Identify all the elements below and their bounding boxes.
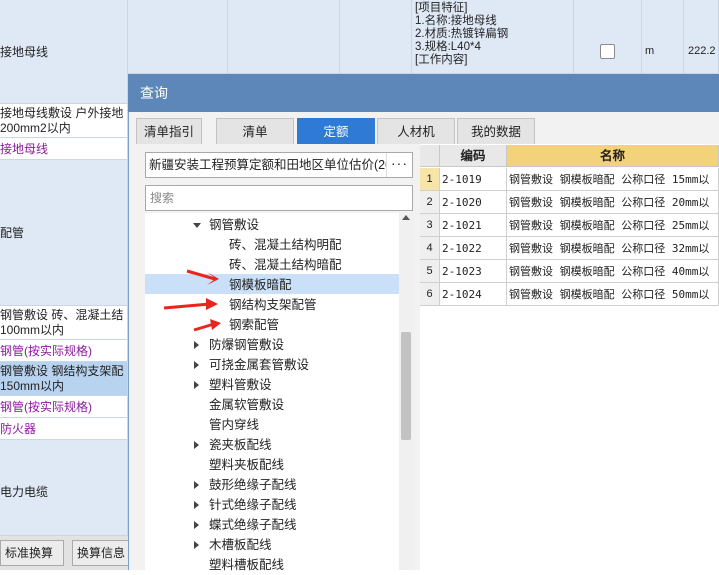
bg-row-name-selected[interactable]: 钢管敷设 钢结构支架配 150mm以内 <box>0 362 128 396</box>
bg-row-line: 200mm2以内 <box>0 121 71 135</box>
bg-cell <box>128 0 228 74</box>
tab-my-data[interactable]: 我的数据 <box>457 118 535 144</box>
expand-triangle-icon[interactable] <box>194 381 199 389</box>
bg-row-line: 接地母线敷设 户外接地 <box>0 106 124 120</box>
bg-row-name[interactable]: 电力电缆 <box>0 440 128 536</box>
tab-labor-material[interactable]: 人材机 <box>377 118 455 144</box>
tree-node[interactable]: 鼓形绝缘子配线 <box>209 475 297 495</box>
bg-cell <box>340 0 412 74</box>
grid-cell-code[interactable]: 2-1024 <box>440 283 507 306</box>
grid-corner <box>420 145 440 167</box>
tree-node[interactable]: 可挠金属套管敷设 <box>209 355 309 375</box>
grid-cell-name[interactable]: 钢管敷设 钢模板暗配 公称口径 40mm以 <box>507 260 719 283</box>
feature-line: [工作内容] <box>415 54 468 66</box>
tree-node[interactable]: 针式绝缘子配线 <box>209 495 297 515</box>
expand-triangle-icon[interactable] <box>194 361 199 369</box>
grid-cell-name[interactable]: 钢管敷设 钢模板暗配 公称口径 32mm以 <box>507 237 719 260</box>
bg-row-line: 钢管敷设 钢结构支架配 <box>0 364 124 378</box>
grid-header-name[interactable]: 名称 <box>507 145 719 167</box>
expand-triangle-icon[interactable] <box>194 541 199 549</box>
tab-standard-conversion[interactable]: 标准换算 <box>0 540 64 566</box>
scroll-up-icon[interactable] <box>402 215 410 220</box>
tree-node[interactable]: 钢结构支架配管 <box>229 295 317 315</box>
red-arrow-icon <box>193 319 221 332</box>
scrollbar-thumb[interactable] <box>401 332 411 440</box>
expand-triangle-icon[interactable] <box>194 481 199 489</box>
expand-triangle-icon[interactable] <box>194 501 199 509</box>
grid-row-number[interactable]: 5 <box>420 260 440 283</box>
tree-node[interactable]: 金属软管敷设 <box>209 395 284 415</box>
expand-triangle-icon[interactable] <box>194 341 199 349</box>
tree-node[interactable]: 塑料槽板配线 <box>209 555 284 575</box>
bg-row-name[interactable]: 接地母线 <box>0 138 128 160</box>
grid-header-code[interactable]: 编码 <box>440 145 507 167</box>
row-checkbox[interactable] <box>600 44 615 59</box>
grid-row-number[interactable]: 2 <box>420 191 440 214</box>
tree-node[interactable]: 钢管敷设 <box>209 215 259 235</box>
grid-cell-code[interactable]: 2-1021 <box>440 214 507 237</box>
tree-node[interactable]: 塑料夹板配线 <box>209 455 284 475</box>
bg-features: [项目特征] 1.名称:接地母线 2.材质:热镀锌扁钢 3.规格:L40*4 [… <box>412 0 574 74</box>
grid-cell-name[interactable]: 钢管敷设 钢模板暗配 公称口径 25mm以 <box>507 214 719 237</box>
bg-row-name[interactable]: 接地母线敷设 户外接地 200mm2以内 <box>0 104 128 138</box>
more-button[interactable]: ··· <box>386 153 412 177</box>
bg-cell <box>574 0 642 74</box>
feature-line: [项目特征] <box>415 2 468 14</box>
tree-node[interactable]: 木槽板配线 <box>209 535 272 555</box>
feature-line: 1.名称:接地母线 <box>415 15 497 27</box>
tree-node[interactable]: 防爆钢管敷设 <box>209 335 284 355</box>
grid-cell-code[interactable]: 2-1020 <box>440 191 507 214</box>
bg-row-name[interactable]: 钢管(按实际规格) <box>0 340 128 362</box>
bg-row-name[interactable]: 配管 <box>0 160 128 306</box>
bg-row-name[interactable]: 接地母线 <box>0 0 128 104</box>
red-arrow-icon <box>186 269 219 285</box>
grid-cell-code[interactable]: 2-1023 <box>440 260 507 283</box>
bg-row-line: 150mm以内 <box>0 379 65 393</box>
grid-cell-name[interactable]: 钢管敷设 钢模板暗配 公称口径 20mm以 <box>507 191 719 214</box>
bg-row-name[interactable]: 防火器 <box>0 418 128 440</box>
tree-node[interactable]: 砖、混凝土结构暗配 <box>229 255 342 275</box>
tree-node[interactable]: 砖、混凝土结构明配 <box>229 235 342 255</box>
tree-node[interactable]: 蝶式绝缘子配线 <box>209 515 297 535</box>
feature-line: 2.材质:热镀锌扁钢 <box>415 28 509 40</box>
grid-row-number[interactable]: 6 <box>420 283 440 306</box>
feature-line: 3.规格:L40*4 <box>415 41 481 53</box>
bg-qty: 222.2 <box>684 0 719 74</box>
tree-node[interactable]: 钢模板暗配 <box>229 275 292 295</box>
grid-row-number[interactable]: 3 <box>420 214 440 237</box>
bg-row-line: 钢管敷设 砖、混凝土结 <box>0 308 124 322</box>
bg-row-name[interactable]: 钢管敷设 砖、混凝土结 100mm以内 <box>0 306 128 340</box>
bg-cell <box>228 0 340 74</box>
tab-bill-guide[interactable]: 清单指引 <box>136 118 202 144</box>
bg-row-name[interactable]: 钢管(按实际规格) <box>0 396 128 418</box>
search-input[interactable]: 搜索 <box>145 185 413 211</box>
tab-quota[interactable]: 定额 <box>297 118 375 144</box>
tree-node[interactable]: 管内穿线 <box>209 415 259 435</box>
tree-node[interactable]: 钢索配管 <box>229 315 279 335</box>
grid-cell-code[interactable]: 2-1022 <box>440 237 507 260</box>
grid-cell-name[interactable]: 钢管敷设 钢模板暗配 公称口径 50mm以 <box>507 283 719 306</box>
tab-bill[interactable]: 清单 <box>216 118 294 144</box>
grid-cell-name[interactable]: 钢管敷设 钢模板暗配 公称口径 15mm以 <box>507 168 719 191</box>
tab-conversion-info[interactable]: 换算信息 <box>72 540 130 566</box>
bg-unit: m <box>642 0 684 74</box>
bg-row-line: 100mm以内 <box>0 323 65 337</box>
grid-cell-code[interactable]: 2-1019 <box>440 168 507 191</box>
quota-library-select[interactable]: 新疆安装工程预算定额和田地区单位估价(20 <box>145 152 413 178</box>
red-arrow-icon <box>163 298 218 310</box>
dialog-title[interactable]: 查询 <box>128 74 719 112</box>
tree-node[interactable]: 瓷夹板配线 <box>209 435 272 455</box>
expand-triangle-icon[interactable] <box>194 441 199 449</box>
collapse-triangle-icon[interactable] <box>193 223 201 228</box>
tree-node[interactable]: 塑料管敷设 <box>209 375 272 395</box>
grid-row-number[interactable]: 1 <box>420 168 440 191</box>
expand-triangle-icon[interactable] <box>194 521 199 529</box>
grid-row-number[interactable]: 4 <box>420 237 440 260</box>
